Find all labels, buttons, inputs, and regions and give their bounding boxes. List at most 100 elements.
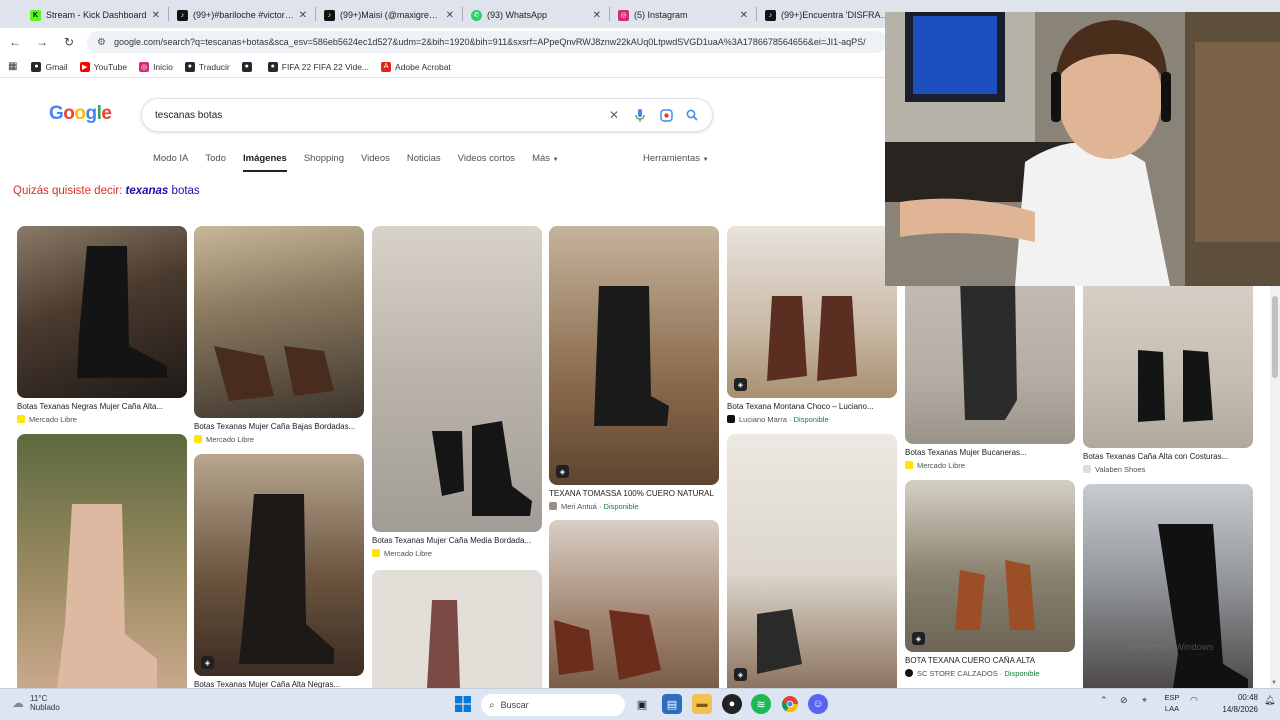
- network-icon[interactable]: ⊘: [1120, 695, 1128, 706]
- image-result[interactable]: ◈ TEXANA TOMASSA 100% CUERO NATURAL Meri…: [549, 226, 719, 511]
- forward-icon[interactable]: →: [30, 30, 54, 54]
- result-source[interactable]: Luciano Marra · Disponible: [727, 414, 897, 424]
- chrome-icon[interactable]: [780, 694, 800, 714]
- image-result[interactable]: ◈: [727, 434, 897, 688]
- bookmark-youtube[interactable]: ▶ YouTube: [79, 61, 127, 72]
- tab-videos[interactable]: Videos: [361, 150, 390, 172]
- image-result[interactable]: Botas Texanas Negras Mujer Caña Alta... …: [17, 226, 187, 424]
- weather-widget[interactable]: ☁ 11°C Nublado: [12, 694, 60, 712]
- result-source[interactable]: Mercado Libre: [194, 434, 364, 444]
- store-icon[interactable]: ▤: [662, 694, 682, 714]
- close-icon[interactable]: ✕: [740, 10, 748, 21]
- chevron-up-icon[interactable]: ⌃: [1100, 695, 1108, 706]
- bookmark-github[interactable]: ●: [241, 61, 256, 72]
- image-result[interactable]: Botas Texanas Caña Alta con Costuras... …: [1083, 280, 1253, 474]
- task-view-icon[interactable]: ▣: [632, 694, 652, 714]
- result-thumbnail[interactable]: [549, 520, 719, 688]
- image-result[interactable]: ◈ BOTA TEXANA CUERO CAÑA ALTA SC STORE C…: [905, 480, 1075, 678]
- scroll-down-arrow-icon[interactable]: ▼: [1271, 680, 1277, 686]
- tab-instagram[interactable]: ◎ (5) Instagram ✕: [610, 2, 756, 28]
- result-source[interactable]: Mercado Libre: [905, 460, 1075, 470]
- taskbar-search[interactable]: ⌕ Buscar: [481, 694, 625, 716]
- image-result[interactable]: ◈ Botas Texanas Mujer Caña Alta Negras..…: [194, 454, 364, 690]
- scrollbar-thumb[interactable]: [1272, 296, 1278, 378]
- site-info-icon[interactable]: ⚙: [97, 37, 106, 48]
- boot-illustration: [960, 280, 1017, 420]
- bookmark-inicio[interactable]: ◎ Inicio: [139, 61, 173, 72]
- tab-noticias[interactable]: Noticias: [407, 150, 441, 172]
- notification-bell-icon[interactable]: 🔔︎: [1264, 695, 1275, 706]
- result-thumbnail[interactable]: ◈: [194, 454, 364, 676]
- result-source[interactable]: Valaben Shoes: [1083, 464, 1253, 474]
- result-title: Bota Texana Montana Choco – Luciano...: [727, 402, 874, 411]
- tab-tiktok-bariloche[interactable]: ♪ (99+)#bariloche #victoriass ✕: [169, 2, 315, 28]
- discord-icon[interactable]: ☺: [808, 694, 828, 714]
- result-source[interactable]: Mercado Libre: [17, 414, 187, 424]
- result-title: Botas Texanas Negras Mujer Caña Alta...: [17, 402, 164, 411]
- result-thumbnail[interactable]: [372, 226, 542, 532]
- image-result[interactable]: [17, 434, 187, 688]
- image-result[interactable]: Botas Texanas Mujer Caña Bajas Bordadas.…: [194, 226, 364, 444]
- file-explorer-icon[interactable]: ▬: [692, 694, 712, 714]
- result-thumbnail[interactable]: ◈: [549, 226, 719, 485]
- tab-todo[interactable]: Todo: [205, 150, 226, 172]
- close-icon[interactable]: ✕: [446, 10, 454, 21]
- result-thumbnail[interactable]: [17, 434, 187, 688]
- clear-icon[interactable]: ✕: [601, 102, 627, 128]
- result-source[interactable]: SC STORE CALZADOS · Disponible: [905, 668, 1075, 678]
- result-thumbnail[interactable]: [194, 226, 364, 418]
- result-thumbnail[interactable]: [372, 570, 542, 688]
- image-result[interactable]: Botas Texanas Mujer Caña Media Bordada..…: [372, 226, 542, 558]
- system-clock[interactable]: 00:48 14/8/2026: [1212, 692, 1258, 716]
- image-result[interactable]: [1083, 484, 1253, 688]
- back-icon[interactable]: ←: [3, 30, 27, 54]
- result-thumbnail[interactable]: [1083, 280, 1253, 448]
- image-result[interactable]: [372, 570, 542, 688]
- search-icon[interactable]: [679, 102, 705, 128]
- result-thumbnail[interactable]: [17, 226, 187, 398]
- language-indicator[interactable]: ESP LAA: [1160, 692, 1184, 714]
- tab-whatsapp[interactable]: ✆ (93) WhatsApp ✕: [463, 2, 609, 28]
- apps-grid-icon[interactable]: ▦: [8, 61, 17, 72]
- microphone-icon[interactable]: [627, 102, 653, 128]
- image-result[interactable]: Botas Texanas Mujer Bucaneras... Mercado…: [905, 280, 1075, 470]
- tab-modo-ia[interactable]: Modo IA: [153, 150, 188, 172]
- search-input[interactable]: [155, 109, 595, 121]
- close-icon[interactable]: ✕: [152, 10, 160, 21]
- tools-button[interactable]: Herramientas ▼: [643, 150, 709, 167]
- spotify-icon[interactable]: ≋: [751, 694, 771, 714]
- google-logo[interactable]: Google: [49, 103, 112, 125]
- result-thumbnail[interactable]: ◈: [727, 226, 897, 398]
- bookmark-traducir[interactable]: ● Traducir: [184, 61, 230, 72]
- wifi-icon[interactable]: ◠: [1190, 695, 1198, 706]
- result-thumbnail[interactable]: ◈: [727, 434, 897, 688]
- bookmark-gmail[interactable]: ● Gmail: [31, 61, 68, 72]
- windows-start-icon[interactable]: [453, 694, 473, 714]
- result-source[interactable]: Mercado Libre: [372, 548, 542, 558]
- page-scrollbar[interactable]: [1270, 286, 1280, 688]
- image-result[interactable]: ◈ Bota Texana Montana Choco – Luciano...…: [727, 226, 897, 424]
- tab-imagenes[interactable]: Imágenes: [243, 150, 287, 172]
- close-icon[interactable]: ✕: [593, 10, 601, 21]
- tab-shopping[interactable]: Shopping: [304, 150, 344, 172]
- image-result[interactable]: [549, 520, 719, 688]
- app-icon[interactable]: ●: [722, 694, 742, 714]
- result-source[interactable]: Meri Antuá · Disponible: [549, 501, 719, 511]
- tab-videos-cortos[interactable]: Videos cortos: [458, 150, 515, 172]
- location-icon[interactable]: ⌖: [1142, 695, 1147, 706]
- tab-tiktok-maisi[interactable]: ♪ (99+)Maisi (@maxigrecooc ✕: [316, 2, 462, 28]
- reload-icon[interactable]: ↻: [57, 30, 81, 54]
- lens-icon[interactable]: [653, 102, 679, 128]
- bookmark-fifa[interactable]: ● FIFA 22 FIFA 22 Vide...: [267, 61, 369, 72]
- tab-kick[interactable]: K Stream - Kick Dashboard ✕: [22, 2, 168, 28]
- tab-tiktok-disfraces[interactable]: ♪ (99+)Encuentra 'DISFRACES: [757, 2, 903, 28]
- result-thumbnail[interactable]: [1083, 484, 1253, 688]
- tab-mas[interactable]: Más ▼: [532, 150, 559, 172]
- result-thumbnail[interactable]: ◈: [905, 480, 1075, 652]
- close-icon[interactable]: ✕: [299, 10, 307, 21]
- did-you-mean-link[interactable]: texanas botas: [126, 185, 200, 197]
- tab-mas-label: Más: [532, 153, 551, 164]
- address-bar[interactable]: ⚙ google.com/search?q=tescanas+botas&sca…: [87, 31, 887, 53]
- result-thumbnail[interactable]: [905, 280, 1075, 444]
- bookmark-acrobat[interactable]: A Adobe Acrobat: [381, 61, 451, 72]
